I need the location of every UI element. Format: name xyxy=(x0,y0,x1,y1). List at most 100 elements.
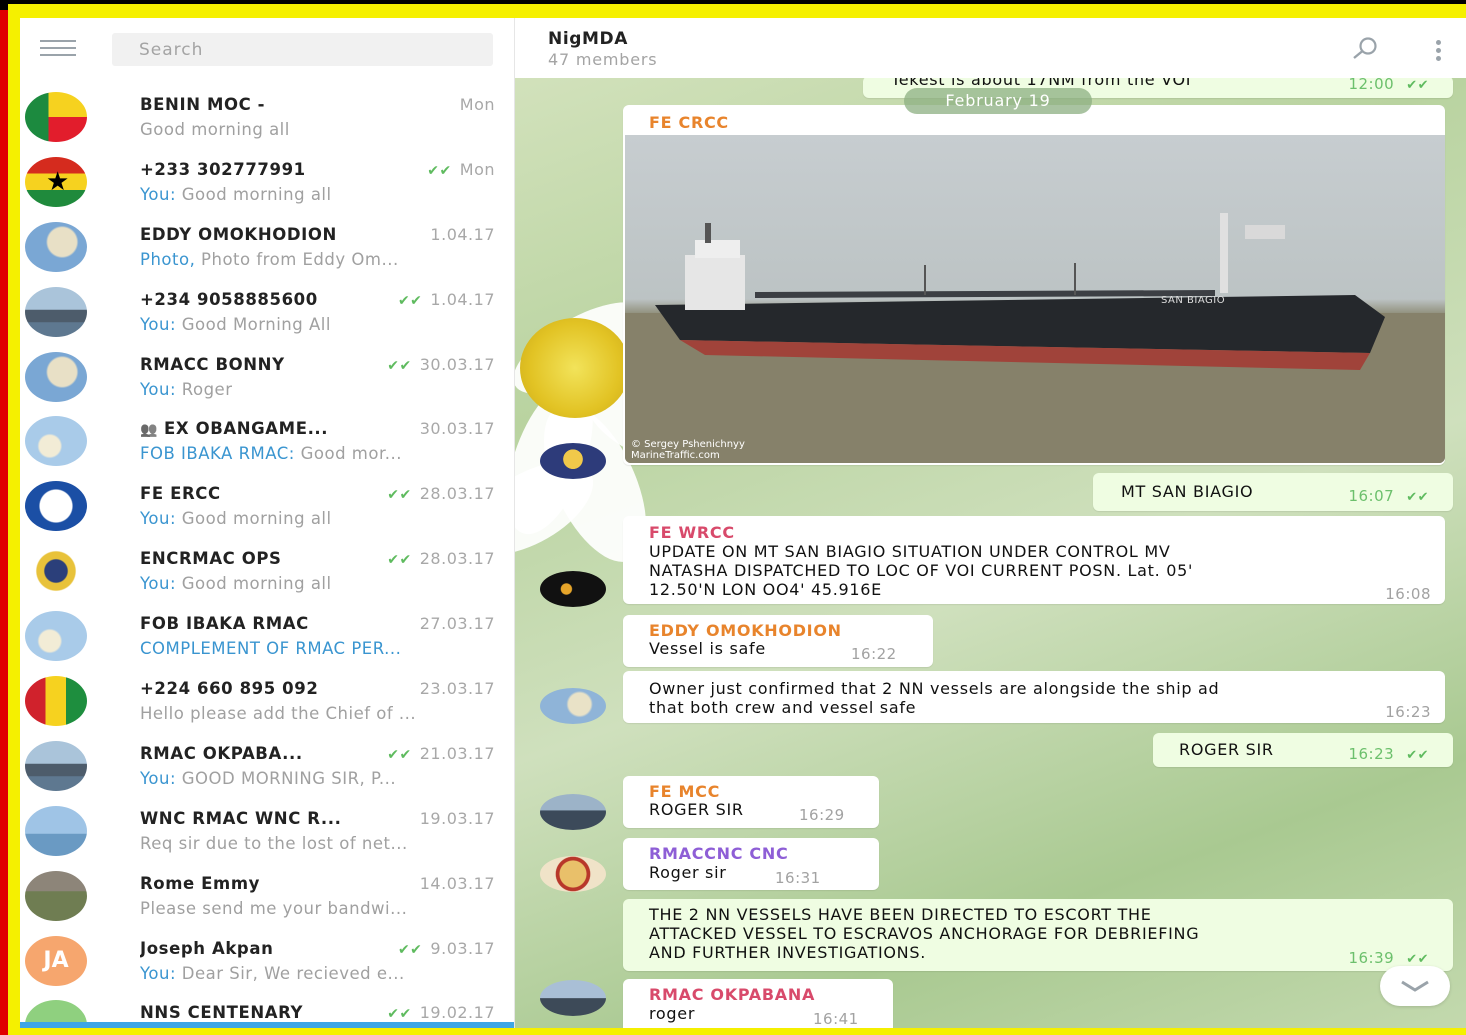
chat-list-item[interactable]: +224 660 895 092 23.03.17 Hello please add… xyxy=(20,670,514,735)
double-check-icon: ✔✔ xyxy=(1406,490,1429,505)
photo-credit: © Sergey Pshenichnyy MarineTraffic.com xyxy=(631,439,745,461)
message-bubble-incoming: FE WRCC UPDATE ON MT SAN BIAGIO SITUATIO… xyxy=(623,516,1445,604)
chat-date: 27.03.17 xyxy=(419,614,495,634)
chat-date: ✔✔ 9.03.17 xyxy=(397,938,495,958)
avatar[interactable] xyxy=(540,571,606,607)
avatar xyxy=(25,805,87,856)
scroll-to-bottom-button[interactable] xyxy=(1380,966,1450,1006)
double-check-icon: ✔✔ xyxy=(1406,952,1429,967)
message-bubble-incoming: RMAC OKPABANA roger 16:41 xyxy=(623,979,893,1028)
chat-preview: You: Good morning all xyxy=(140,574,332,594)
chat-list-item[interactable]: RMACC BONNY ✔✔ 30.03.17 You: Roger xyxy=(20,346,514,411)
chat-preview: Req sir due to the lost of net... xyxy=(140,833,408,853)
date-separator: February 19 xyxy=(904,88,1092,114)
message-text: ROGER SIR xyxy=(1179,740,1274,759)
frame-border-top xyxy=(8,4,1466,18)
chat-date: Mon xyxy=(459,95,495,114)
chat-preview: FOB IBAKA RMAC: Good mor... xyxy=(140,444,402,464)
chat-list-item[interactable]: WNC RMAC WNC R... 19.03.17 Req sir due to … xyxy=(20,800,514,865)
chat-panel: NigMDA 47 members Tekest is about 17NM f… xyxy=(515,18,1466,1028)
search-icon[interactable] xyxy=(1350,36,1380,60)
chat-title[interactable]: NigMDA xyxy=(548,29,628,49)
chat-name: +233 302777991 xyxy=(140,159,306,179)
chat-date: ✔✔ 28.03.17 xyxy=(387,549,495,569)
chat-list-item[interactable]: +234 9058885600 ✔✔ 1.04.17 You: Good Mornin… xyxy=(20,281,514,346)
avatar: JA xyxy=(25,935,87,986)
message-text: Vessel is safe xyxy=(649,639,766,658)
message-sender: RMACCNC CNC xyxy=(649,844,789,863)
message-time: 16:29 xyxy=(799,806,845,824)
message-time: 16:31 xyxy=(775,869,821,887)
search-input[interactable] xyxy=(112,33,493,66)
chat-date: 1.04.17 xyxy=(430,224,495,244)
chat-name: BENIN MOC - xyxy=(140,95,266,114)
chat-preview: COMPLEMENT OF RMAC PER... xyxy=(140,639,402,659)
message-time: 16:08 xyxy=(1385,585,1431,603)
chat-name: FE ERCC xyxy=(140,484,221,504)
photo-message: FE CRCC SAN BIAGIO © Sergey Pshenichnyy … xyxy=(623,105,1445,465)
chat-list-item[interactable]: ★ +233 302777991 ✔✔ Mon You: Good morning al… xyxy=(20,151,514,216)
message-text: THE 2 NN VESSELS HAVE BEEN DIRECTED TO E… xyxy=(649,905,1200,962)
chat-list-item[interactable]: EDDY OMOKHODION 1.04.17 Photo, Photo from … xyxy=(20,216,514,281)
message-sender: FE WRCC xyxy=(649,523,735,542)
message-time: 16:07 ✔✔ xyxy=(1348,487,1429,505)
chat-preview: You: Good morning all xyxy=(140,509,332,529)
chat-list-item[interactable]: FOB IBAKA RMAC 27.03.17 COMPLEMENT OF RMAC… xyxy=(20,605,514,670)
avatar[interactable] xyxy=(540,688,606,724)
ship-photo[interactable]: SAN BIAGIO © Sergey Pshenichnyy MarineTr… xyxy=(625,135,1445,463)
read-check-icon: ✔✔ xyxy=(387,357,412,374)
avatar xyxy=(25,740,87,791)
hamburger-menu-icon[interactable] xyxy=(40,40,76,60)
chat-list-item[interactable]: BENIN MOC - Mon Good morning all xyxy=(20,86,514,151)
avatar xyxy=(25,481,87,532)
chat-name: Rome Emmy xyxy=(140,873,260,893)
read-check-icon: ✔✔ xyxy=(387,487,412,504)
message-time: 16:41 xyxy=(813,1010,859,1028)
read-check-icon: ✔✔ xyxy=(387,746,412,763)
avatar xyxy=(25,92,87,142)
chat-preview: Please send me your bandwi... xyxy=(140,898,408,918)
chat-name: RMAC OKPABA... xyxy=(140,743,303,763)
avatar[interactable] xyxy=(540,980,606,1016)
message-text: UPDATE ON MT SAN BIAGIO SITUATION UNDER … xyxy=(649,542,1194,599)
read-check-icon: ✔✔ xyxy=(387,1006,412,1023)
message-sender: FE CRCC xyxy=(649,113,729,132)
ship-name-label: SAN BIAGIO xyxy=(1161,295,1226,306)
chat-preview: Photo, Photo from Eddy Om... xyxy=(140,249,399,269)
avatar[interactable] xyxy=(540,443,606,479)
chat-list-item[interactable]: Rome Emmy 14.03.17 Please send me your ban… xyxy=(20,865,514,930)
chat-name: Joseph Akpan xyxy=(140,938,274,958)
chat-name: ENCRMAC OPS xyxy=(140,549,282,569)
read-check-icon: ✔✔ xyxy=(427,162,452,179)
chat-preview: You: Good Morning All xyxy=(140,314,331,334)
sidebar-header xyxy=(20,18,514,82)
read-check-icon: ✔✔ xyxy=(397,941,423,958)
avatar: ★ xyxy=(25,156,87,207)
chat-date: ✔✔ 21.03.17 xyxy=(387,743,495,763)
message-text: MT SAN BIAGIO xyxy=(1121,482,1254,501)
double-check-icon: ✔✔ xyxy=(1406,748,1429,763)
avatar[interactable] xyxy=(540,794,606,830)
chat-list-item[interactable]: ENCRMAC OPS ✔✔ 28.03.17 You: Good morning a… xyxy=(20,540,514,605)
chat-list-item[interactable]: FE ERCC ✔✔ 28.03.17 You: Good morning all xyxy=(20,475,514,540)
chat-preview: Good morning all xyxy=(140,120,290,139)
chat-name: EDDY OMOKHODION xyxy=(140,224,337,244)
chat-preview: You: Good morning all xyxy=(140,184,332,204)
message-bubble-incoming: FE MCC ROGER SIR 16:29 xyxy=(623,776,879,828)
avatar[interactable] xyxy=(540,856,606,892)
message-text: Owner just confirmed that 2 NN vessels a… xyxy=(649,679,1220,717)
more-options-icon[interactable] xyxy=(1436,40,1444,62)
member-count: 47 members xyxy=(548,50,658,69)
message-text: roger xyxy=(649,1004,696,1023)
chat-list-item[interactable]: JA Joseph Akpan ✔✔ 9.03.17 You: Dear Sir, We… xyxy=(20,930,514,995)
message-time: 12:00 ✔✔ xyxy=(1348,76,1429,93)
sidebar-scroll-indicator xyxy=(20,1022,514,1028)
chat-list-item[interactable]: 👥 EX OBANGAME... 30.03.17 FOB IBAKA RMAC: G… xyxy=(20,410,514,475)
message-text: Roger sir xyxy=(649,863,727,882)
message-text: ROGER SIR xyxy=(649,800,744,819)
message-sender: RMAC OKPABANA xyxy=(649,985,816,1004)
chat-list-item[interactable]: RMAC OKPABA... ✔✔ 21.03.17 You: GOOD MORNIN… xyxy=(20,735,514,800)
chat-preview: Hello please add the Chief of ... xyxy=(140,704,417,724)
chat-date: 19.03.17 xyxy=(419,808,495,828)
message-sender: FE MCC xyxy=(649,782,721,801)
